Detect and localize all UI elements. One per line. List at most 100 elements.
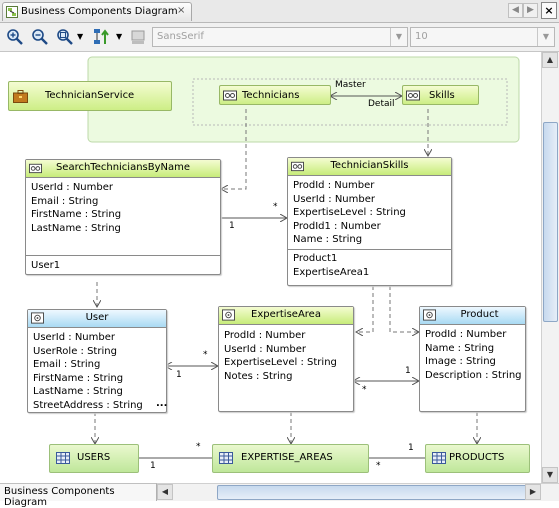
scroll-right-button[interactable]: ▶ <box>525 484 541 500</box>
table-name: USERS <box>77 452 111 463</box>
attribute: Email : String <box>33 359 101 371</box>
entity-object-product[interactable]: Product ProdId : Number Name : String Im… <box>419 306 526 412</box>
fill-color-icon[interactable] <box>130 28 148 46</box>
entity-header: Product <box>420 307 525 325</box>
entity-title: ExpertiseArea <box>251 309 321 320</box>
scroll-up-button[interactable]: ▲ <box>542 52 558 68</box>
tab-close-icon[interactable]: × <box>177 5 185 16</box>
attribute: ExpertiseLevel : String <box>293 207 406 219</box>
accessor: ExpertiseArea1 <box>293 266 370 278</box>
vertical-scrollbar[interactable]: ▲ ▼ <box>541 52 559 483</box>
horizontal-scrollbar[interactable]: ◀ ▶ <box>157 483 559 501</box>
editor-tab-bar: Business Components Diagram × ◀ ▶ × <box>0 0 559 23</box>
view-instance-technicians[interactable]: Technicians <box>219 85 331 105</box>
zoom-fit-icon[interactable] <box>56 28 74 46</box>
close-editor-button[interactable]: × <box>541 2 557 19</box>
entity-object-expertise-area[interactable]: ExpertiseArea ProdId : Number UserId : N… <box>218 306 354 412</box>
view-header: TechnicianSkills <box>288 158 451 176</box>
layout-icon[interactable] <box>93 28 111 46</box>
entity-title: User <box>85 312 109 323</box>
link-master-label: Master <box>335 80 366 90</box>
multiplicity-label: * <box>362 385 367 395</box>
table-icon <box>219 452 233 464</box>
multiplicity-label: * <box>376 461 381 471</box>
attribute-list: ProdId : Number UserId : Number Expertis… <box>293 179 406 247</box>
divider <box>288 249 451 250</box>
multiplicity-label: 1 <box>176 370 182 380</box>
table-products[interactable]: PRODUCTS <box>425 444 530 473</box>
multiplicity-label: 1 <box>405 366 411 376</box>
attribute: LastName : String <box>31 222 121 234</box>
view-object-search-technicians[interactable]: SearchTechniciansByName UserId : Number … <box>25 159 221 275</box>
attribute: Description : String <box>425 369 522 381</box>
accessor: Product1 <box>293 253 338 264</box>
entity-object-user[interactable]: User UserId : Number UserRole : String E… <box>27 309 167 413</box>
diagram-canvas[interactable]: TechnicianService Technicians Skills Mas… <box>0 52 541 483</box>
application-module[interactable]: TechnicianService <box>8 81 172 111</box>
vertical-scroll-thumb[interactable] <box>543 122 558 322</box>
view-instance-skills[interactable]: Skills <box>402 85 479 105</box>
view-header: SearchTechniciansByName <box>26 160 220 178</box>
view-instance-name: Skills <box>429 90 455 101</box>
attribute: StreetAddress : String <box>33 399 143 411</box>
view-object-technician-skills[interactable]: TechnicianSkills ProdId : Number UserId … <box>287 157 452 286</box>
multiplicity-label: * <box>273 202 278 212</box>
view-instance-name: Technicians <box>242 90 300 101</box>
view-object-icon <box>223 90 237 101</box>
table-name: EXPERTISE_AREAS <box>241 452 333 463</box>
view-title: TechnicianSkills <box>330 160 409 171</box>
bottom-editor-tab[interactable]: Business Components Diagram <box>0 483 157 508</box>
view-object-icon <box>406 90 420 101</box>
attribute: UserId : Number <box>224 343 306 355</box>
zoom-menu-arrow[interactable]: ▼ <box>77 32 83 41</box>
attribute-list: ProdId : Number UserId : Number Expertis… <box>224 329 337 383</box>
diagram-toolbar: ▼ ▼ SansSerif ▼ 10 ▼ <box>0 23 559 52</box>
attribute-list: UserId : Number Email : String FirstName… <box>31 181 121 235</box>
entity-header: ExpertiseArea <box>219 307 353 325</box>
tab-business-components-diagram[interactable]: Business Components Diagram × <box>2 2 192 21</box>
font-family-value: SansSerif <box>157 31 204 42</box>
zoom-out-icon[interactable] <box>31 28 49 46</box>
more-attributes-indicator[interactable]: ... <box>156 398 167 409</box>
attribute-list: ProdId : Number Name : String Image : St… <box>425 328 522 382</box>
entity-title: Product <box>460 309 499 320</box>
link-detail-label: Detail <box>368 99 395 109</box>
layout-menu-arrow[interactable]: ▼ <box>116 32 122 41</box>
chevron-down-icon: ▼ <box>390 28 407 46</box>
attribute: LastName : String <box>33 386 123 398</box>
scroll-down-button[interactable]: ▼ <box>542 467 558 483</box>
scroll-left-button[interactable]: ◀ <box>157 484 173 500</box>
accessor-list: Product1 ExpertiseArea1 <box>293 252 369 279</box>
back-button[interactable]: ◀ <box>508 3 523 18</box>
horizontal-scroll-thumb[interactable] <box>217 485 527 500</box>
chevron-down-icon: ▼ <box>537 28 554 46</box>
attribute: Email : String <box>31 195 99 207</box>
attribute: FirstName : String <box>31 209 122 221</box>
font-family-select[interactable]: SansSerif ▼ <box>152 27 408 47</box>
table-icon <box>56 452 70 464</box>
attribute: ProdId : Number <box>425 329 507 340</box>
attribute: UserId : Number <box>33 332 115 343</box>
forward-button[interactable]: ▶ <box>523 3 538 18</box>
multiplicity-label: * <box>196 442 201 452</box>
divider <box>26 255 220 256</box>
attribute: UserId : Number <box>31 182 113 193</box>
attribute: ExpertiseLevel : String <box>224 357 337 369</box>
application-module-name: TechnicianService <box>45 90 135 101</box>
attribute: UserRole : String <box>33 345 117 357</box>
multiplicity-label: * <box>203 350 208 360</box>
font-size-select[interactable]: 10 ▼ <box>410 27 555 47</box>
attribute: Notes : String <box>224 370 293 382</box>
attribute: Name : String <box>425 342 495 354</box>
multiplicity-label: 1 <box>150 461 156 471</box>
accessor-list: User1 <box>31 259 60 273</box>
attribute: Image : String <box>425 356 496 368</box>
accessor: User1 <box>31 260 61 271</box>
table-name: PRODUCTS <box>449 452 505 463</box>
zoom-in-icon[interactable] <box>6 28 24 46</box>
attribute: ProdId : Number <box>293 180 375 191</box>
table-users[interactable]: USERS <box>49 444 139 473</box>
table-icon <box>432 452 446 464</box>
table-expertise-areas[interactable]: EXPERTISE_AREAS <box>212 444 369 473</box>
attribute: ProdId1 : Number <box>293 220 381 232</box>
